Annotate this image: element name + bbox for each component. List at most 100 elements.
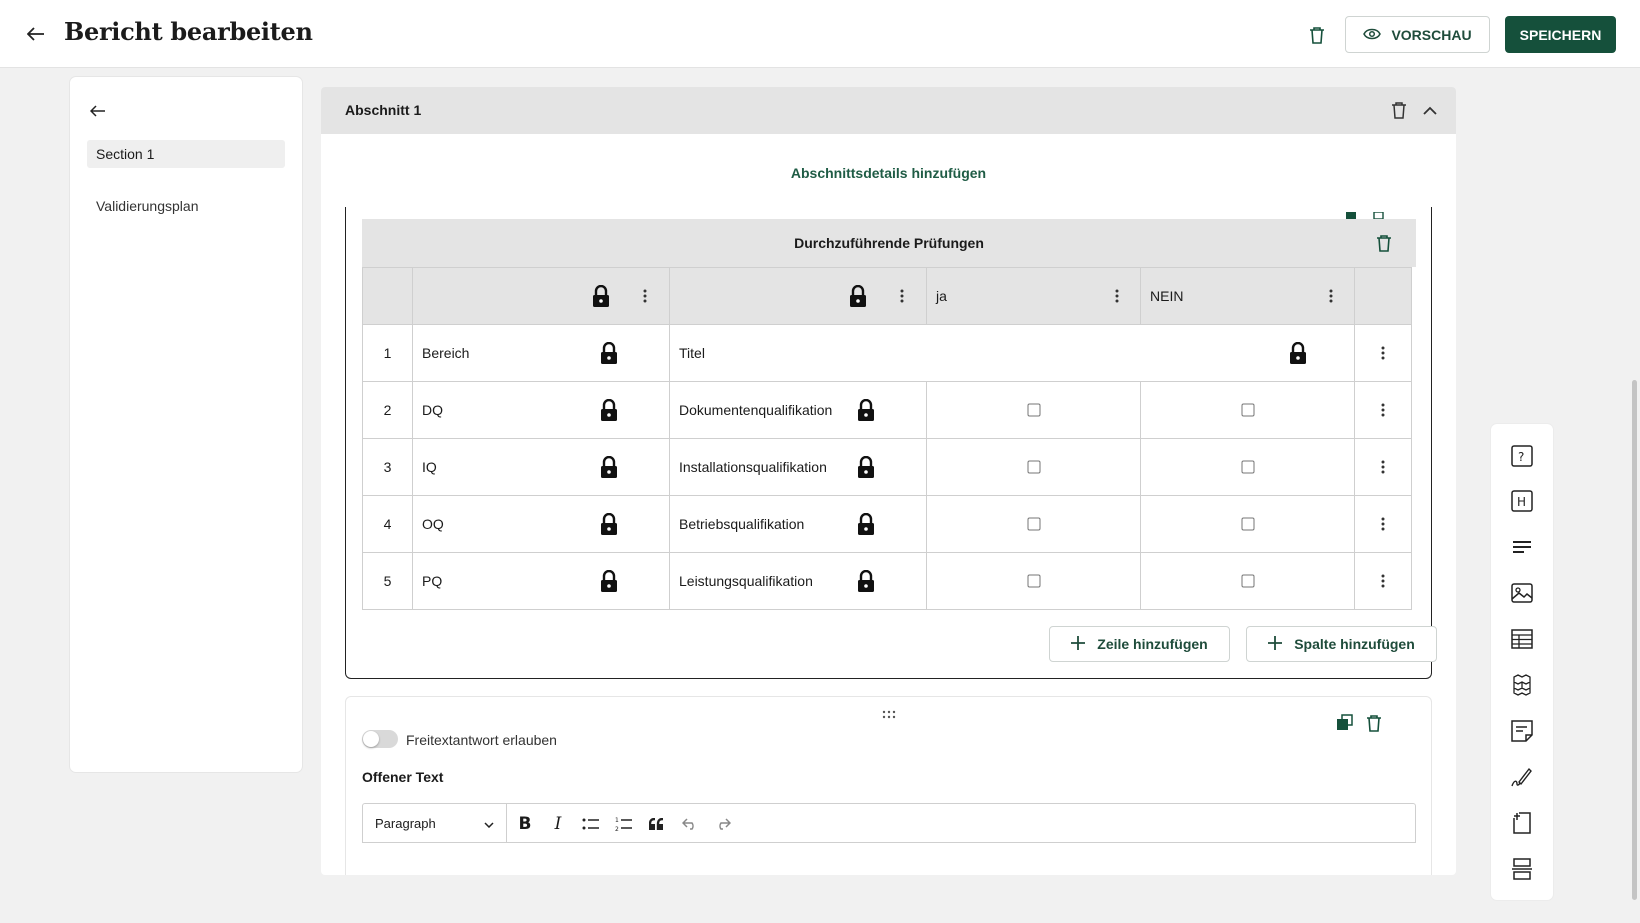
preview-button[interactable]: VORSCHAU (1345, 16, 1490, 53)
checkbox[interactable] (1241, 574, 1254, 588)
svg-text:H: H (1517, 495, 1526, 509)
save-button[interactable]: SPEICHERN (1505, 16, 1616, 53)
lock-icon (858, 399, 874, 421)
image-icon[interactable] (1510, 581, 1534, 605)
table-icon[interactable] (1510, 627, 1534, 651)
duplicate-icon[interactable] (1336, 714, 1354, 737)
column-menu-icon[interactable] (1109, 286, 1125, 306)
checkbox[interactable] (1027, 574, 1040, 588)
lock-icon (1290, 342, 1306, 364)
column-menu-icon[interactable] (637, 286, 653, 306)
checkbox[interactable] (1027, 517, 1040, 531)
row-menu-icon[interactable] (1375, 571, 1391, 591)
delete-table-icon[interactable] (1372, 231, 1396, 255)
column-menu-icon[interactable] (1323, 286, 1339, 306)
section-title: Abschnitt 1 (345, 102, 422, 118)
heading-icon[interactable]: H (1510, 489, 1534, 513)
lock-icon (858, 456, 874, 478)
lock-icon (858, 570, 874, 592)
table-cell[interactable]: Betriebsqualifikation (669, 495, 927, 553)
section-sidebar: Section 1 Validierungsplan (70, 77, 302, 772)
checkbox[interactable] (1027, 403, 1040, 417)
checkbox[interactable] (1241, 517, 1254, 531)
table-cell[interactable]: OQ (412, 495, 670, 553)
section-header: Abschnitt 1 (321, 87, 1456, 134)
table-cell-nein (1140, 552, 1355, 610)
redo-icon[interactable] (712, 813, 734, 835)
table-cell[interactable]: PQ (412, 552, 670, 610)
header-cell[interactable]: NEIN (1140, 267, 1355, 325)
bold-icon[interactable]: B (514, 813, 536, 835)
back-arrow-icon[interactable] (24, 22, 48, 46)
table-cell[interactable]: Installationsqualifikation (669, 438, 927, 496)
svg-text:2: 2 (615, 826, 619, 832)
add-column-label: Spalte hinzufügen (1294, 636, 1415, 652)
table-cell[interactable]: IQ (412, 438, 670, 496)
sidebar-item-validierungsplan[interactable]: Validierungsplan (87, 192, 285, 220)
row-menu-icon[interactable] (1375, 514, 1391, 534)
add-row-button[interactable]: Zeile hinzufügen (1049, 626, 1230, 662)
checkbox[interactable] (1241, 460, 1254, 474)
table-cell-ja (926, 495, 1141, 553)
lock-icon (601, 570, 617, 592)
drag-handle-icon[interactable] (882, 707, 898, 721)
rich-text-toolbar: Paragraph B I 12 (362, 803, 1416, 843)
lock-icon (601, 342, 617, 364)
numbered-list-icon[interactable]: 12 (613, 813, 635, 835)
delete-section-icon[interactable] (1387, 98, 1411, 122)
paragraph-style-select[interactable]: Paragraph (363, 804, 507, 842)
free-text-toggle-label: Freitextantwort erlauben (406, 732, 557, 748)
add-column-button[interactable]: Spalte hinzufügen (1246, 626, 1437, 662)
help-icon[interactable]: ? (1510, 444, 1534, 468)
note-icon[interactable] (1510, 719, 1534, 743)
lock-icon (593, 285, 609, 307)
blocks-icon[interactable] (1510, 673, 1534, 697)
cell-text: OQ (422, 516, 444, 532)
blockquote-icon[interactable] (646, 813, 668, 835)
main-panel: Abschnitt 1 Abschnittsdetails hinzufügen… (321, 87, 1456, 875)
header-cell-actions (1354, 267, 1412, 325)
header-cell[interactable]: ja (926, 267, 1141, 325)
divider-icon[interactable] (1510, 857, 1534, 881)
table-row: 2 DQ Dokumentenqualifikation (362, 381, 1412, 439)
open-text-block: Freitextantwort erlauben Offener Text Pa… (345, 696, 1432, 875)
plus-icon (1268, 635, 1283, 653)
row-number: 5 (362, 552, 413, 610)
chevron-down-icon (484, 816, 494, 831)
lock-icon (850, 285, 866, 307)
free-text-toggle[interactable] (362, 730, 398, 748)
header-cell[interactable] (412, 267, 670, 325)
add-row-label: Zeile hinzufügen (1097, 636, 1208, 652)
table-cell[interactable]: Leistungsqualifikation (669, 552, 927, 610)
row-menu-icon[interactable] (1375, 343, 1391, 363)
undo-icon[interactable] (679, 813, 701, 835)
checkbox[interactable] (1241, 403, 1254, 417)
delete-report-icon[interactable] (1305, 23, 1329, 47)
row-menu-icon[interactable] (1375, 457, 1391, 477)
italic-icon[interactable]: I (547, 813, 569, 835)
signature-icon[interactable] (1510, 765, 1534, 789)
bullet-list-icon[interactable] (580, 813, 602, 835)
text-icon[interactable] (1510, 535, 1534, 559)
add-section-details-link[interactable]: Abschnittsdetails hinzufügen (321, 165, 1456, 181)
table-cell[interactable]: Bereich (412, 324, 670, 382)
page-icon[interactable] (1510, 811, 1534, 835)
delete-block-icon[interactable] (1366, 714, 1382, 737)
row-actions-cell (1354, 324, 1412, 382)
open-text-label: Offener Text (362, 769, 444, 785)
svg-text:1: 1 (615, 817, 619, 824)
checkbox[interactable] (1027, 460, 1040, 474)
table-cell-ja (926, 438, 1141, 496)
table-cell[interactable]: DQ (412, 381, 670, 439)
header-cell[interactable] (669, 267, 927, 325)
column-menu-icon[interactable] (894, 286, 910, 306)
table-cell[interactable]: Dokumentenqualifikation (669, 381, 927, 439)
collapse-chevron-icon[interactable] (1418, 98, 1442, 122)
page-title: Bericht bearbeiten (64, 17, 313, 46)
header-cell-corner (362, 267, 413, 325)
page-scrollbar[interactable] (1632, 380, 1637, 900)
sidebar-back-arrow-icon[interactable] (86, 99, 110, 123)
sidebar-item-section-1[interactable]: Section 1 (87, 140, 285, 168)
table-cell-merged[interactable]: Titel (669, 324, 1355, 382)
row-menu-icon[interactable] (1375, 400, 1391, 420)
